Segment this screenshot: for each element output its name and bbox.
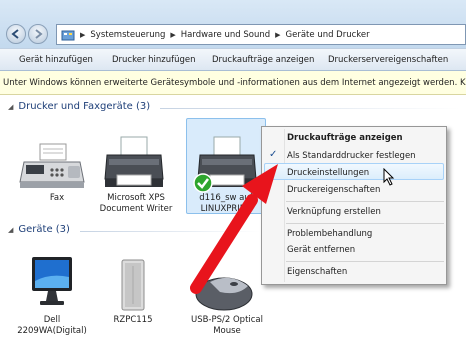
breadcrumb-separator: ▶ <box>80 30 86 39</box>
group-title-printers: Drucker und Faxgeräte (3) <box>18 101 151 112</box>
computer-icon <box>121 259 145 311</box>
menu-item-create-shortcut[interactable]: Verknüpfung erstellen <box>287 207 381 217</box>
menu-item-set-default[interactable]: Als Standarddrucker festlegen <box>287 151 416 161</box>
group-header-devices[interactable]: ◢ Geräte (3) <box>8 224 70 235</box>
menu-separator <box>286 201 444 202</box>
menu-item-printing-preferences[interactable]: Druckeinstellungen <box>287 168 369 178</box>
forward-arrow-icon <box>35 29 43 39</box>
menu-item-remove-device[interactable]: Gerät entfernen <box>287 245 355 255</box>
xps-label-line2: Document Writer <box>99 204 173 214</box>
red-arrow <box>190 164 278 294</box>
back-button[interactable] <box>6 24 26 44</box>
xps-printer-label: Microsoft XPS Document Writer <box>96 193 176 215</box>
breadcrumb-separator: ▶ <box>170 30 176 39</box>
breadcrumb-separator: ▶ <box>275 30 281 39</box>
control-panel-icon <box>61 30 75 40</box>
collapse-triangle-icon: ◢ <box>8 226 14 234</box>
computer-label: RZPC115 <box>103 315 163 326</box>
print-server-properties-button[interactable]: Druckerservereigenschaften <box>328 55 448 65</box>
computer-device[interactable] <box>118 258 148 315</box>
view-print-jobs-button[interactable]: Druckaufträge anzeigen <box>212 55 314 65</box>
monitor-label-line2: 2209WA(Digital) <box>17 326 87 336</box>
info-bar[interactable]: Unter Windows können erweiterte Gerätesy… <box>0 71 466 95</box>
collapse-triangle-icon: ◢ <box>8 103 14 111</box>
monitor-icon <box>32 257 72 305</box>
computer-label-line1: RZPC115 <box>113 315 153 325</box>
command-toolbar: Gerät hinzufügen Drucker hinzufügen Druc… <box>0 48 466 71</box>
monitor-label-line1: Dell <box>43 315 61 325</box>
mouse-cursor-icon <box>383 168 395 186</box>
breadcrumb-item-hardware[interactable]: Hardware und Sound <box>181 30 270 40</box>
monitor-device[interactable] <box>30 255 74 312</box>
menu-separator <box>286 261 444 262</box>
menu-item-printer-properties[interactable]: Druckereigenschaften <box>287 185 380 195</box>
fax-label-line1: Fax <box>49 193 65 203</box>
monitor-label: Dell 2209WA(Digital) <box>12 315 92 337</box>
forward-button[interactable] <box>28 24 48 44</box>
menu-item-properties[interactable]: Eigenschaften <box>287 267 347 277</box>
menu-item-troubleshoot[interactable]: Problembehandlung <box>287 229 372 239</box>
printer-icon <box>104 136 164 187</box>
mouse-label-line1: USB-PS/2 Optical <box>190 315 264 325</box>
group-divider <box>160 108 460 109</box>
breadcrumb-item-systemsteuerung[interactable]: Systemsteuerung <box>90 30 165 40</box>
xps-printer-device[interactable] <box>103 135 165 196</box>
mouse-label-line2: Mouse <box>213 326 241 336</box>
title-bar: ▶ Systemsteuerung ▶ Hardware und Sound ▶… <box>0 0 466 48</box>
add-device-button[interactable]: Gerät hinzufügen <box>19 55 93 65</box>
breadcrumb-item-devices[interactable]: Geräte und Drucker <box>286 30 370 40</box>
back-arrow-icon <box>11 29 19 39</box>
mouse-label: USB-PS/2 Optical Mouse <box>184 315 270 337</box>
fax-label: Fax <box>27 193 87 204</box>
add-printer-button[interactable]: Drucker hinzufügen <box>112 55 196 65</box>
menu-item-view-print-jobs[interactable]: Druckaufträge anzeigen <box>287 133 403 143</box>
menu-separator <box>286 223 444 224</box>
fax-device[interactable] <box>18 140 86 193</box>
address-bar[interactable]: ▶ Systemsteuerung ▶ Hardware und Sound ▶… <box>56 24 466 45</box>
group-header-printers[interactable]: ◢ Drucker und Faxgeräte (3) <box>8 101 150 112</box>
group-title-devices: Geräte (3) <box>18 224 70 235</box>
fax-icon <box>19 143 85 188</box>
xps-label-line1: Microsoft XPS <box>107 193 165 203</box>
